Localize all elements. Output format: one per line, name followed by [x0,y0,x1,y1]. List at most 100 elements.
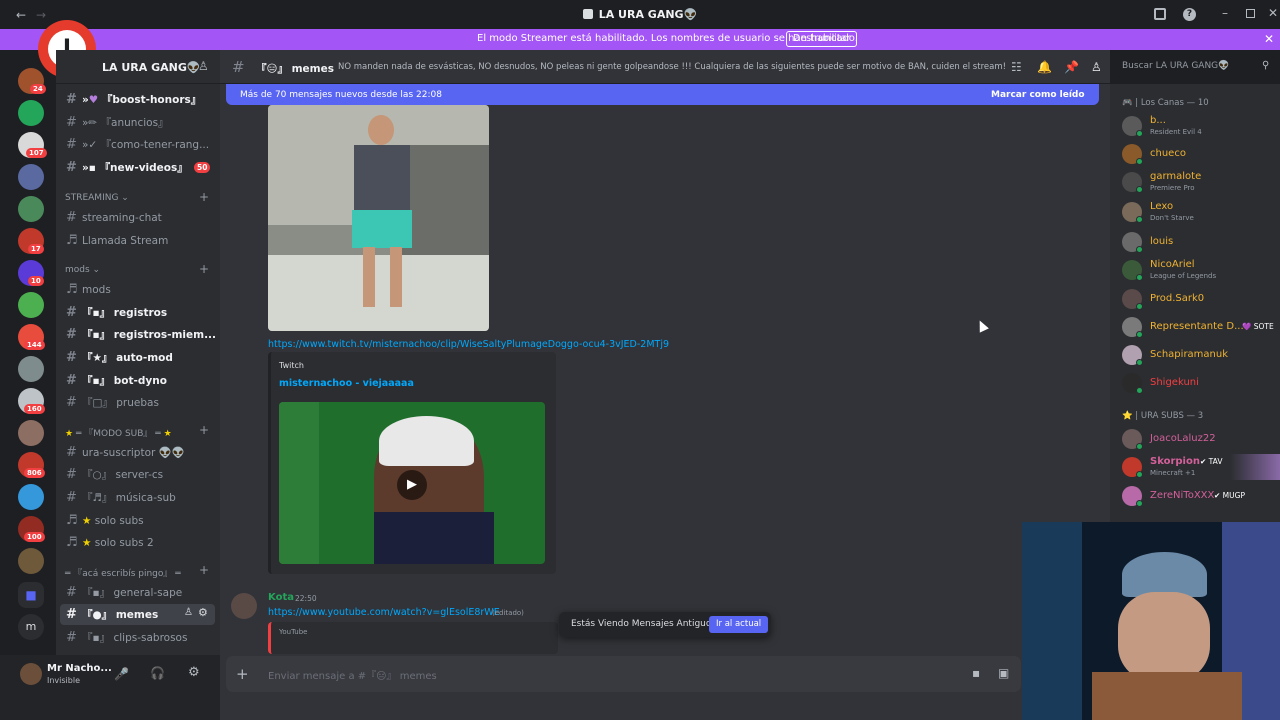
message-link[interactable]: https://www.twitch.tv/misternachoo/clip/… [268,339,669,350]
channel-musica-sub[interactable]: # 『♬』 música-sub [66,490,176,510]
avatar[interactable] [231,593,257,619]
embed-provider: YouTube [279,628,308,636]
server-icon[interactable] [18,196,44,222]
server-icon[interactable]: 24 [18,68,46,94]
play-icon[interactable]: ▶ [397,470,427,500]
server-icon[interactable]: m [18,614,44,640]
headphones-icon[interactable]: 🎧 [150,666,165,680]
server-icon[interactable]: 160 [18,388,45,414]
server-icon[interactable]: 144 [18,324,45,350]
bell-icon[interactable]: 🔔 [1037,60,1052,74]
channel-ura-suscriptor[interactable]: # ura-suscriptor 👽👽 [66,445,185,465]
channel-mods[interactable]: ♬ mods [66,282,111,302]
old-messages-toast: Estás Viendo Mensajes Antiguos Ir al act… [559,612,771,637]
jump-to-present-button[interactable]: Ir al actual [709,616,769,633]
search-input[interactable]: Buscar LA URA GANG👽 ⚲ [1116,57,1276,77]
channel-como-tener-rango[interactable]: # »✓ 『como-tener-rang... [66,137,209,157]
voice-channel-solo-subs-2[interactable]: ♬ ★ solo subs 2 [66,535,154,555]
hash-icon: # [232,58,245,76]
channel-streaming-chat[interactable]: # streaming-chat [66,210,162,230]
server-icon[interactable]: 10 [18,260,44,286]
server-icon[interactable]: 806 [18,452,45,478]
server-icon[interactable] [18,548,44,574]
server-header[interactable]: LA URA GANG👽 ♙ [56,50,220,84]
channel-clips-sabrosos[interactable]: # 『▪』 clips-sabrosos [66,630,187,650]
channel-memes[interactable]: # 『●』 memes [66,607,158,627]
settings-gear-icon[interactable]: ⚙ [188,665,200,680]
add-channel-icon[interactable]: + [199,190,209,204]
inbox-icon[interactable] [1154,8,1166,20]
server-icon[interactable] [18,100,44,126]
embed-provider: Twitch [279,361,304,370]
user-status: Invisible [47,676,80,685]
channel-general-sape[interactable]: # 『▪』 general-sape [66,585,182,605]
member-tag: ✔ TAV [1200,457,1223,466]
channel-bot-dyno[interactable]: # 『▪』 bot-dyno [66,373,167,393]
server-icon[interactable]: 100 [18,516,45,542]
help-icon[interactable]: ? [1183,8,1196,21]
category-escribis[interactable]: ═ 『acá escribís pingo』 ═ [65,566,181,579]
gear-icon[interactable]: ⚙ [198,606,208,619]
server-icon[interactable]: 17 [18,228,44,254]
server-icon[interactable] [18,292,44,318]
maximize-icon[interactable] [1246,9,1255,18]
image-attachment[interactable] [268,105,489,331]
avatar[interactable] [20,663,42,685]
channel-boost-honors[interactable]: # »♥ 『boost-honors』 [66,92,201,112]
channel-server-cs[interactable]: # 『○』 server-cs [66,467,163,487]
channel-new-videos[interactable]: # »▪ 『new-videos』 [66,160,188,180]
webcam-overlay [1022,522,1280,720]
folder-icon[interactable]: ■ [18,582,44,608]
member-list-icon[interactable]: ♙ [1091,60,1102,74]
member-banner [1230,454,1280,480]
server-icon[interactable] [18,420,44,446]
message-input[interactable]: Enviar mensaje a #『😑』 memes [268,667,437,682]
old-messages-text: Estás Viendo Mensajes Antiguos [571,619,717,629]
channel-registros-miembros[interactable]: # 『▪』 registros-miem... [66,327,216,347]
embed-title[interactable]: misternachoo - viejaaaaa [279,378,414,389]
add-channel-icon[interactable]: + [199,563,209,577]
channel-topic[interactable]: NO manden nada de esvásticas, NO desnudo… [338,62,1006,72]
add-member-icon[interactable]: ♙ [198,59,209,73]
category-modo-sub[interactable]: ★ ═ 『MODO SUB』 ═ ★ [65,426,172,439]
video-thumbnail[interactable]: ▶ [279,402,545,564]
gif-icon[interactable]: ▣ [998,666,1009,680]
pin-icon[interactable]: 📌 [1064,60,1079,74]
add-channel-icon[interactable]: + [199,262,209,276]
invite-icon[interactable]: ♙ [184,607,193,618]
threads-icon[interactable]: ☷ [1011,60,1022,74]
channel-header: # 『😑』 memes NO manden nada de esvásticas… [220,50,1276,84]
channel-pruebas[interactable]: # 『□』 pruebas [66,395,159,415]
channel-anuncios[interactable]: # »✏ 『anuncios』 [66,115,169,135]
microphone-icon[interactable]: 🎤 [114,667,129,681]
message-author[interactable]: Kota [268,592,294,603]
close-banner-icon[interactable]: ✕ [1264,32,1274,46]
title-bar: ← → LA URA GANG👽 ? – ✕ [0,0,1280,30]
server-icon[interactable]: 107 [18,132,47,158]
minimize-icon[interactable]: – [1222,6,1228,20]
gift-icon[interactable]: ▪ [972,666,980,680]
member-group-header: 🎮 | Los Canas — 10 [1122,98,1209,108]
mark-as-read-button[interactable]: Marcar como leído [991,90,1085,100]
close-icon[interactable]: ✕ [1268,6,1278,20]
channel-registros[interactable]: # 『▪』 registros [66,305,167,325]
disable-streamer-button[interactable]: Deshabilitar [786,31,858,47]
user-name: Mr Nacho... [47,663,112,674]
unread-badge: 50 [194,162,211,173]
server-icon[interactable] [18,356,44,382]
add-attachment-icon[interactable]: + [236,665,249,683]
add-channel-icon[interactable]: + [199,423,209,437]
voice-channel-solo-subs[interactable]: ♬ ★ solo subs [66,513,144,533]
new-messages-bar[interactable]: Más de 70 mensajes nuevos desde las 22:0… [226,84,1099,105]
category-streaming[interactable]: STREAMING ⌄ [65,193,129,203]
edited-label: (editado) [492,609,524,617]
member-tag: ✔ MUGP [1214,491,1245,500]
voice-channel-llamada-stream[interactable]: ♬ Llamada Stream [66,233,168,253]
server-icon[interactable] [18,484,44,510]
channel-auto-mod[interactable]: # 『★』 auto-mod [66,350,173,370]
message-link[interactable]: https://www.youtube.com/watch?v=glEsolE8… [268,607,500,618]
server-icon[interactable] [18,164,44,190]
category-mods[interactable]: mods ⌄ [65,265,100,275]
window-title: LA URA GANG👽 [0,8,1280,21]
link-embed: Twitch misternachoo - viejaaaaa ▶ [268,352,556,574]
